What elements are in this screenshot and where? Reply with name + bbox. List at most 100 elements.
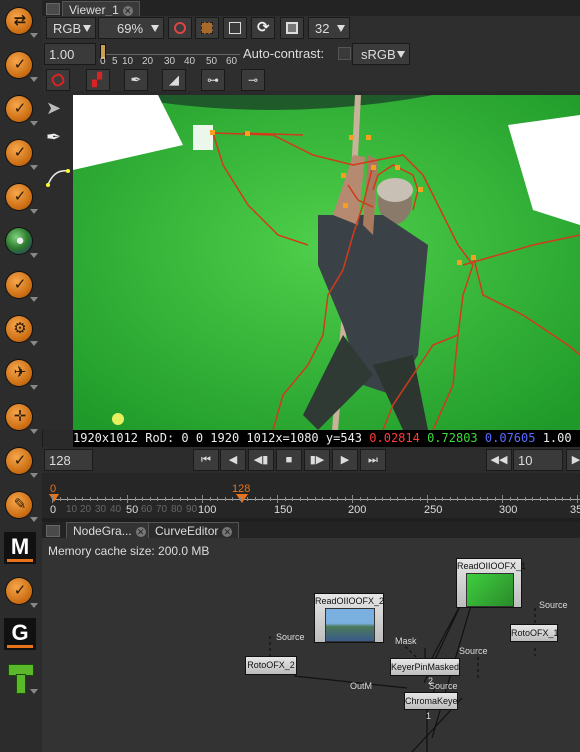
merge-tools-icon[interactable]: ✓ (4, 138, 38, 170)
timeline-tick (164, 497, 166, 501)
node-read1-label: ReadOIIOOFX_1 (457, 561, 527, 571)
extra-tools-icon[interactable]: ✓ (4, 576, 38, 608)
next-frame-button[interactable]: ▶ (332, 449, 358, 471)
select-arrow-icon[interactable]: ➤ (46, 98, 66, 118)
roto-pen-button[interactable]: ✒ (124, 69, 148, 91)
image-tools-icon[interactable]: ⇄ (4, 6, 38, 38)
zoom-select[interactable]: 69% (98, 17, 164, 39)
roto-select-button[interactable] (46, 69, 70, 91)
roto-points-button[interactable]: ▞ (86, 69, 110, 91)
views-tools-icon[interactable]: ✛ (4, 402, 38, 434)
jump-back-button[interactable]: ◀◀ (486, 449, 512, 471)
timeline-tick (239, 497, 241, 501)
play-backward-button[interactable]: ◀▮ (248, 449, 274, 471)
timeline-tick-label: 150 (274, 504, 293, 516)
node-roto2[interactable]: RotoOFX_2 (245, 656, 297, 675)
play-forward-button[interactable]: ▮▶ (304, 449, 330, 471)
viewer-image[interactable] (73, 95, 580, 430)
timeline-tick-label: 35 (570, 504, 580, 516)
points-icon: ▞ (92, 72, 102, 87)
gain-tick-label: 0 (100, 56, 106, 67)
info-alpha: 1.00 (542, 431, 572, 445)
edge-label-input-2: 2 (428, 676, 434, 686)
color-tools-icon[interactable]: ● (4, 226, 38, 258)
tab-menu-icon[interactable] (46, 3, 60, 15)
jump-forward-button[interactable]: ▶ (566, 449, 580, 471)
green-screen-frame (73, 95, 580, 430)
edge-label-source: Source (276, 632, 305, 642)
transform-tools-icon[interactable]: ✓ (4, 182, 38, 214)
time-tools-icon[interactable]: ✈ (4, 358, 38, 390)
gain-tick-label: 50 (206, 56, 218, 67)
roto-keyframe-remove-button[interactable]: ⊸ (241, 69, 265, 91)
timeline-tick (247, 497, 248, 501)
timeline-tick-label: 90 (186, 504, 198, 515)
last-frame-button[interactable]: ⏭ (360, 449, 386, 471)
refresh-icon: ⟳ (257, 19, 270, 36)
bezier-curve-icon[interactable] (46, 165, 70, 189)
stop-button[interactable]: ■ (276, 449, 302, 471)
first-frame-button[interactable]: ⏮ (193, 449, 219, 471)
timeline-tick (569, 497, 571, 501)
roi-button[interactable] (195, 17, 219, 39)
timeline-tick (442, 497, 443, 501)
timeline-tick (382, 497, 383, 501)
roi-icon (201, 22, 213, 34)
clip-icon (174, 22, 186, 34)
frame-input[interactable]: 128 (44, 449, 93, 471)
node-keyer-label: KeyerPinMaskedOFX_2 (391, 662, 460, 672)
timeline-tick (359, 497, 361, 501)
gain-tick-label: 40 (184, 56, 196, 67)
autocontrast-checkbox[interactable] (338, 47, 351, 60)
node-chroma[interactable]: ChromaKeyerOFX_1 (404, 692, 458, 710)
node-roto1[interactable]: RotoOFX_1 (510, 624, 559, 642)
add-point-pen-icon[interactable]: ✒ (46, 127, 70, 151)
start-marker-icon[interactable] (49, 494, 59, 502)
node-keyer[interactable]: KeyerPinMaskedOFX_2 (390, 658, 460, 676)
keyer-tools-icon[interactable]: ⚙ (4, 314, 38, 346)
close-icon[interactable]: ✕ (135, 526, 146, 537)
center-viewer-button[interactable] (223, 17, 247, 39)
channel-tools-icon[interactable]: ✓ (4, 94, 38, 126)
timeline[interactable]: 0 128 0 10 20 30 40 50 60 70 80 90 100 1… (42, 473, 580, 518)
timeline-tick-label: 300 (499, 504, 518, 516)
info-red: 0.02814 (369, 431, 420, 445)
close-icon[interactable]: ✕ (222, 526, 233, 537)
clip-to-project-button[interactable] (168, 17, 192, 39)
misc-m-icon[interactable]: M (4, 532, 36, 564)
node-graph[interactable]: Memory cache size: 200.0 MB ReadOIIOOFX_… (42, 538, 580, 752)
timeline-tick (97, 497, 98, 501)
brush-tools-icon[interactable]: ✎ (4, 490, 38, 522)
tennis-ball (112, 413, 124, 425)
timeline-tick (517, 497, 518, 501)
timeline-tick (532, 497, 533, 501)
info-format: 1920x1012 (73, 431, 139, 445)
autocontrast-label: Auto-contrast: (243, 46, 324, 61)
gain-input[interactable]: 1.00 (44, 43, 96, 65)
increment-input[interactable]: 10 (513, 449, 563, 471)
close-icon[interactable]: ✕ (122, 5, 133, 16)
bitdepth-select[interactable]: 32 (308, 17, 350, 39)
tab-curveeditor[interactable]: CurveEditor ✕ (148, 522, 240, 539)
timeline-tick (127, 495, 128, 503)
filter-tools-icon[interactable]: ✓ (4, 270, 38, 302)
gain-tick-label: 10 (122, 56, 134, 67)
gmic-g-icon[interactable]: G (4, 618, 36, 650)
colorspace-select[interactable]: sRGB (352, 43, 410, 65)
plugin-hammer-icon[interactable] (4, 662, 38, 694)
stop-icon: ■ (285, 454, 293, 466)
tab-nodegraph[interactable]: NodeGra... ✕ (66, 522, 153, 539)
other-tools-icon[interactable]: ✓ (4, 446, 38, 478)
fullframe-button[interactable] (280, 17, 304, 39)
key-remove-icon: ⊸ (247, 73, 259, 87)
node-read2[interactable]: ReadOIIOOFX_2 (314, 593, 384, 643)
previous-frame-button[interactable]: ◀ (220, 449, 246, 471)
roto-keyframe-add-button[interactable]: ⊶ (201, 69, 225, 91)
refresh-button[interactable]: ⟳ (251, 17, 275, 39)
roto-feather-button[interactable]: ◢ (162, 69, 186, 91)
panel-menu-icon[interactable] (46, 525, 60, 537)
gain-slider[interactable]: 0 5 10 20 30 40 50 60 (100, 44, 240, 67)
channels-select[interactable]: RGB (46, 17, 96, 39)
paint-tools-icon[interactable]: ✓ (4, 50, 38, 82)
node-read1[interactable]: ReadOIIOOFX_1 (456, 558, 527, 608)
